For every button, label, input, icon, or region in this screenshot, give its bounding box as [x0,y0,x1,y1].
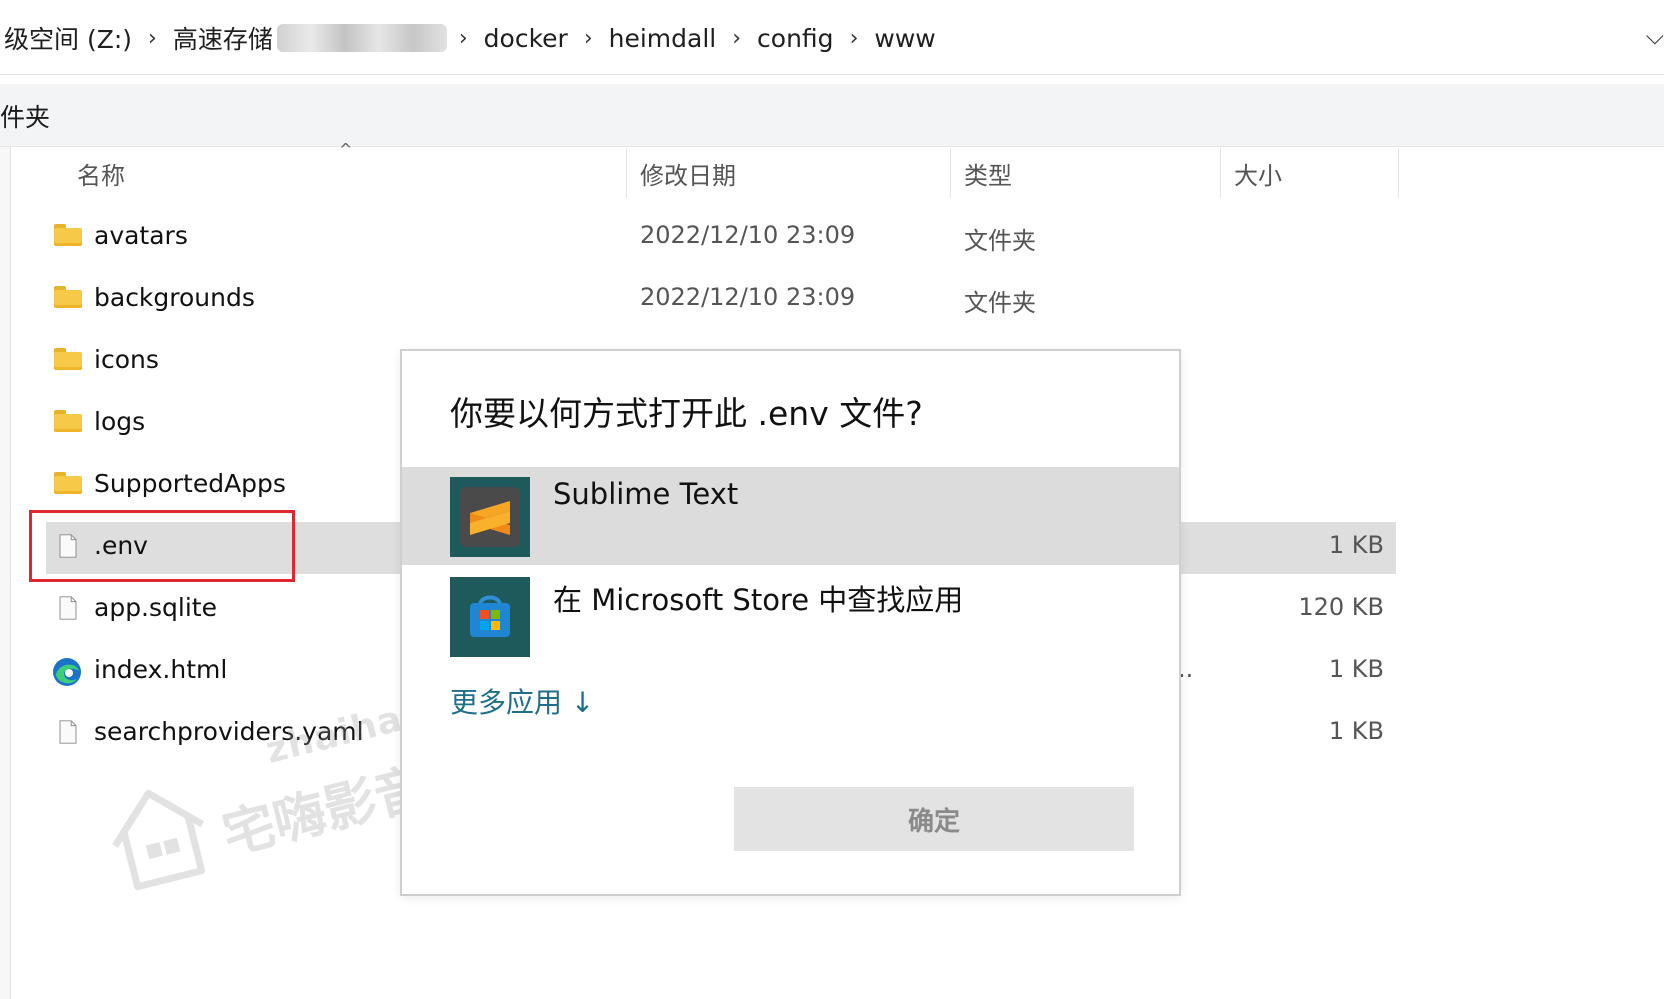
breadcrumb: 级空间 (Z:) › 高速存储 › docker › heimdall › co… [0,18,940,58]
chevron-right-icon[interactable]: › [572,26,605,51]
column-header-type[interactable]: 类型 [964,148,1204,198]
ok-button[interactable]: 确定 [734,787,1134,851]
file-name: SupportedApps [94,469,286,498]
file-size: 1 KB [1328,717,1384,745]
folder-icon [54,348,82,372]
column-divider[interactable] [1220,148,1221,198]
column-header-size-label: 大小 [1234,161,1282,190]
column-divider[interactable] [626,148,627,198]
file-size: 120 KB [1298,593,1384,621]
file-name: app.sqlite [94,593,217,622]
column-header-date[interactable]: 修改日期 [640,148,940,198]
app-name: Sublime Text [553,477,739,511]
microsoft-store-icon [450,577,530,657]
navigation-pane-edge [0,147,11,999]
file-name: logs [94,407,146,436]
column-header-name-label: 名称 [77,161,125,190]
breadcrumb-item-docker[interactable]: docker [480,24,572,53]
file-name: backgrounds [94,283,255,312]
toolbar: 件夹 [0,84,1664,147]
file-name: avatars [94,221,188,250]
chevron-right-icon[interactable]: › [838,26,871,51]
chevron-right-icon[interactable]: › [136,26,169,51]
address-bar[interactable]: 级空间 (Z:) › 高速存储 › docker › heimdall › co… [0,0,1664,75]
file-type: 文件夹 [964,227,1036,255]
file-name: icons [94,345,159,374]
edge-icon [53,658,81,686]
file-size: 1 KB [1328,531,1384,559]
column-header-name[interactable]: 名称 [77,148,617,198]
sublime-text-icon [450,477,530,557]
file-date: 2022/12/10 23:09 [640,221,856,249]
folder-icon [54,410,82,434]
chevron-right-icon[interactable]: › [720,26,753,51]
chevron-down-icon[interactable]: ⌵ [1646,22,1664,50]
chevron-right-icon[interactable]: › [447,26,480,51]
file-type: 文件夹 [964,289,1036,317]
breadcrumb-item-storage[interactable]: 高速存储 [169,20,277,56]
app-option-sublime-text[interactable]: Sublime Text [402,467,1179,565]
breadcrumb-item-heimdall[interactable]: heimdall [605,24,721,53]
folder-icon [54,472,82,496]
highlight-annotation-box [29,510,295,582]
app-name: 在 Microsoft Store 中查找应用 [553,583,964,617]
folder-icon [54,286,82,310]
file-name: index.html [94,655,228,684]
column-divider[interactable] [950,148,951,198]
house-icon [112,789,206,891]
file-icon [59,596,77,620]
app-option-microsoft-store[interactable]: 在 Microsoft Store 中查找应用 [402,567,1179,665]
dialog-title: 你要以何方式打开此 .env 文件? [450,394,923,433]
column-header-date-label: 修改日期 [640,161,736,190]
file-size: 1 KB [1328,655,1384,683]
breadcrumb-item-drive[interactable]: 级空间 (Z:) [0,20,136,56]
column-divider[interactable] [1398,148,1399,198]
column-header-size[interactable]: 大小 [1234,148,1394,198]
file-row-backgrounds[interactable]: backgrounds 2022/12/10 23:09 文件夹 [46,274,1396,326]
file-row-avatars[interactable]: avatars 2022/12/10 23:09 文件夹 [46,212,1396,264]
column-header-type-label: 类型 [964,161,1012,190]
breadcrumb-item-www[interactable]: www [870,24,939,53]
file-date: 2022/12/10 23:09 [640,283,856,311]
blurred-breadcrumb [276,24,447,52]
open-with-dialog: 你要以何方式打开此 .env 文件? Sublime Text 在 Micros… [400,349,1181,896]
toolbar-label[interactable]: 件夹 [0,98,50,134]
folder-icon [54,224,82,248]
more-apps-link[interactable]: 更多应用 ↓ [450,681,594,721]
breadcrumb-item-config[interactable]: config [753,24,838,53]
file-icon [59,720,77,744]
